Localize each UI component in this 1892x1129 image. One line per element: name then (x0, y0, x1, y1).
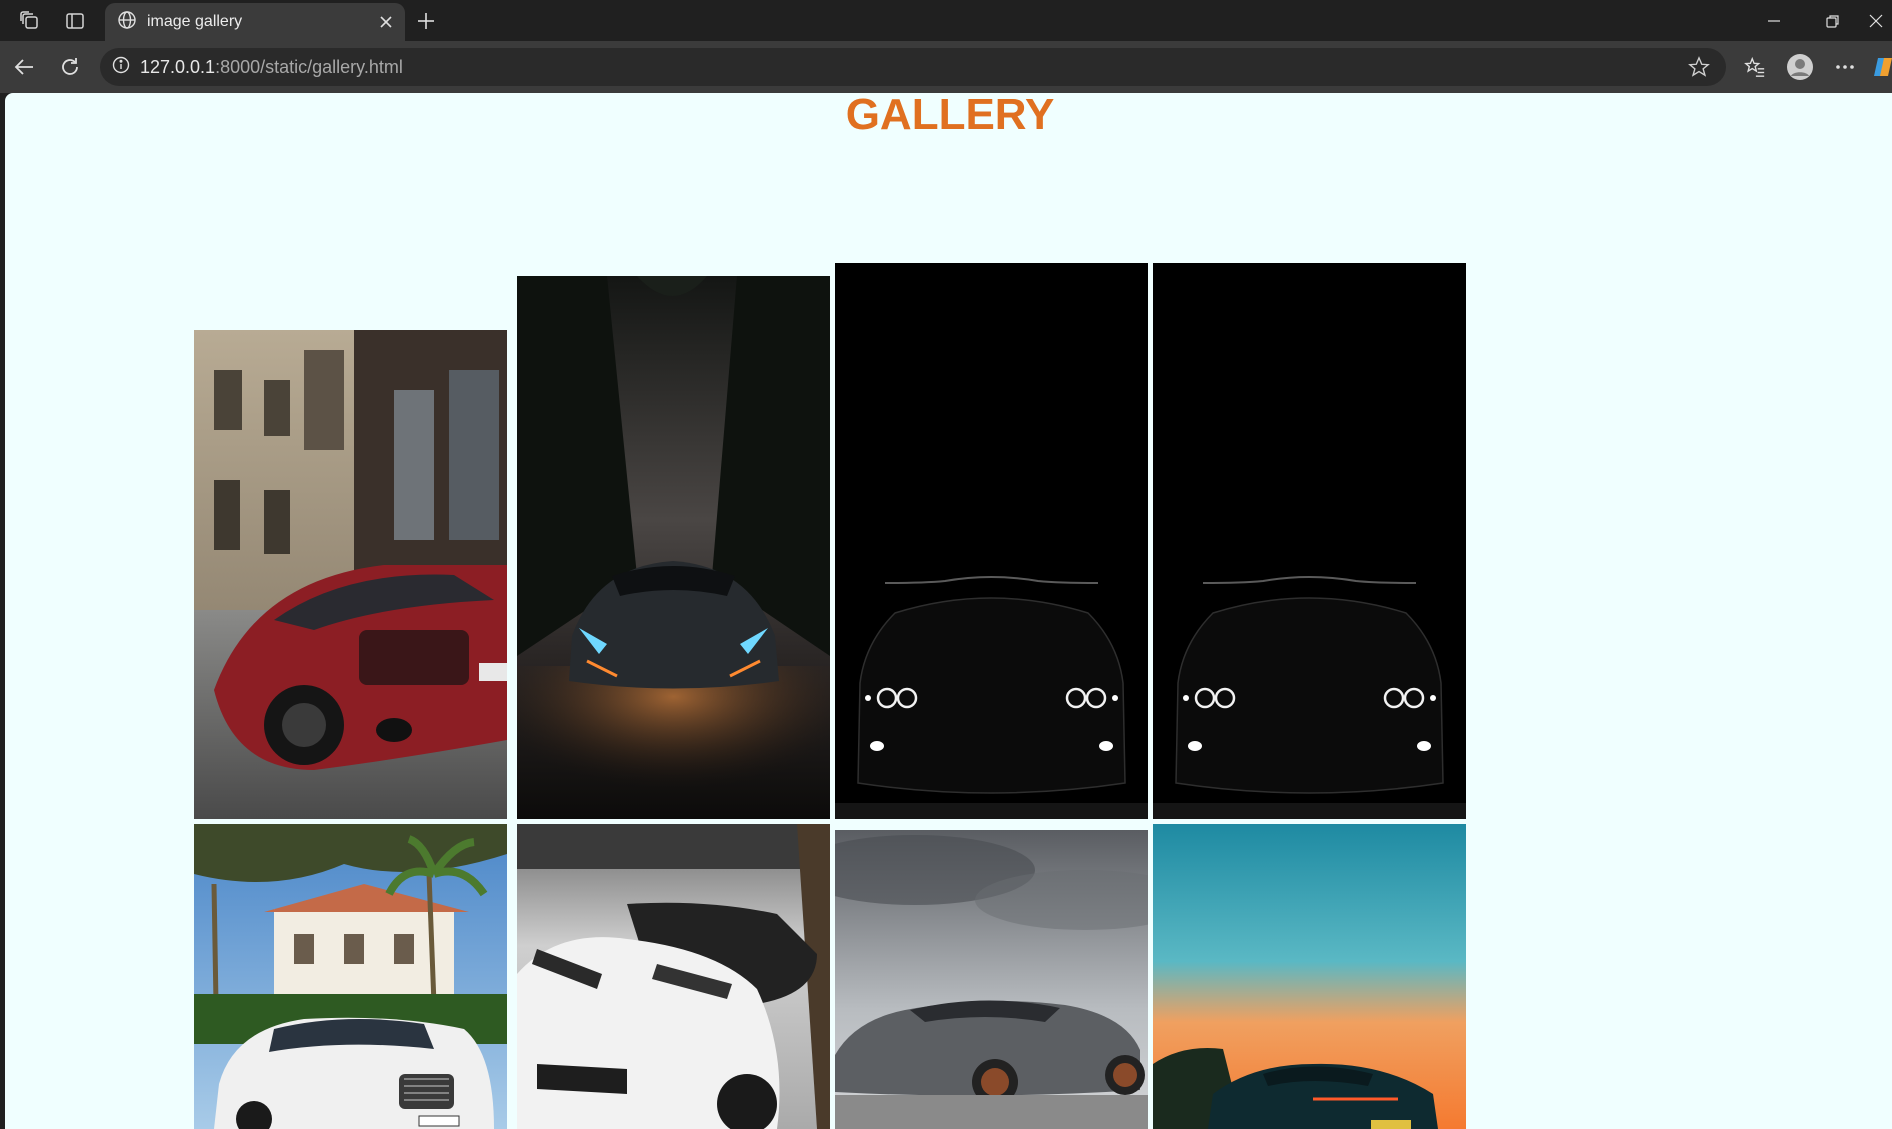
gallery-image-white-supercar[interactable] (517, 824, 830, 1129)
tab-image-gallery[interactable]: image gallery (105, 3, 405, 41)
new-tab-icon[interactable] (412, 7, 440, 35)
navigation-bar: 127.0.0.1:8000/static/gallery.html (0, 41, 1892, 93)
tab-bar: image gallery (0, 0, 1892, 41)
workspaces-icon[interactable] (17, 8, 43, 34)
more-options-icon[interactable] (1831, 53, 1859, 81)
address-bar[interactable]: 127.0.0.1:8000/static/gallery.html (100, 48, 1726, 86)
globe-icon (117, 10, 137, 35)
close-tab-icon[interactable] (373, 9, 399, 35)
favorite-star-icon[interactable] (1686, 54, 1712, 80)
page-viewport: GALLERY (5, 93, 1892, 1129)
gallery-image-grey-supercar-cloudy[interactable] (835, 830, 1148, 1129)
vertical-tabs-icon[interactable] (62, 8, 88, 34)
gallery-image-red-sports-car[interactable] (194, 330, 507, 819)
page-title: GALLERY (845, 93, 1055, 139)
gallery-image-car-sunset[interactable] (1153, 824, 1466, 1129)
minimize-icon[interactable] (1746, 0, 1802, 41)
gallery-image-white-suv-villa[interactable] (194, 824, 507, 1129)
copilot-icon[interactable] (1874, 53, 1892, 81)
back-icon[interactable] (10, 53, 38, 81)
gallery-image-black-car-dark-2[interactable] (1153, 263, 1466, 819)
tab-title: image gallery (147, 13, 243, 30)
close-window-icon[interactable] (1860, 0, 1892, 41)
favorites-icon[interactable] (1741, 53, 1769, 81)
profile-avatar-icon[interactable] (1786, 53, 1814, 81)
url-text[interactable]: 127.0.0.1:8000/static/gallery.html (140, 57, 403, 78)
refresh-icon[interactable] (56, 53, 84, 81)
gallery-image-supercar-forest-road[interactable] (517, 276, 830, 819)
site-info-icon[interactable] (112, 56, 130, 79)
restore-icon[interactable] (1805, 0, 1861, 41)
gallery-image-black-car-dark-1[interactable] (835, 263, 1148, 819)
